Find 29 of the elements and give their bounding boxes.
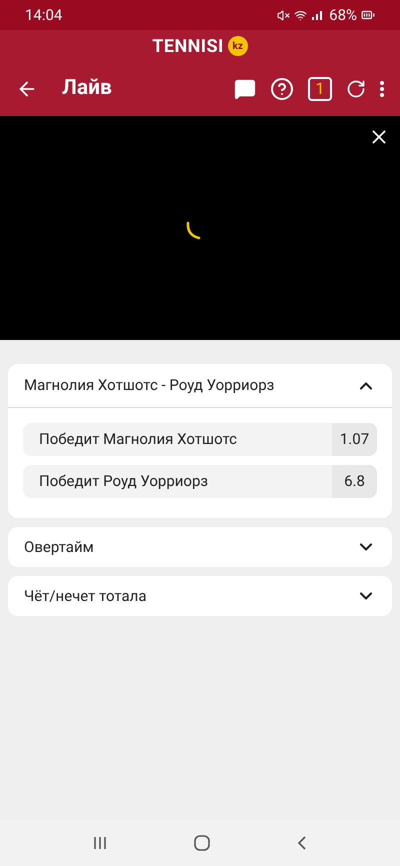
chat-icon <box>234 78 256 100</box>
market-header[interactable]: Чёт/нечет тотала <box>8 576 392 616</box>
market-header[interactable]: Овертайм <box>8 527 392 567</box>
battery-percent: 68% <box>329 4 357 26</box>
coupon-button[interactable]: 1 <box>308 77 332 101</box>
outcome-label: Победит Магнолия Хотшотс <box>38 429 238 450</box>
brand-logo: TENNISI <box>152 34 224 58</box>
battery-icon <box>361 8 375 22</box>
status-time: 14:04 <box>25 4 62 26</box>
mute-icon <box>277 8 290 22</box>
back-nav-icon[interactable] <box>296 835 308 851</box>
wifi-icon <box>294 8 308 22</box>
help-icon <box>270 77 294 101</box>
odds-value: 1.07 <box>332 423 377 456</box>
recent-apps-icon[interactable] <box>92 835 108 851</box>
brand-badge: kz <box>228 36 248 56</box>
outcome-label: Победит Роуд Уорриорз <box>38 471 210 492</box>
chat-button[interactable] <box>234 78 256 100</box>
refresh-button[interactable] <box>346 79 366 99</box>
odds-value: 6.8 <box>332 465 377 498</box>
more-button[interactable] <box>380 81 384 97</box>
refresh-icon <box>346 79 366 99</box>
help-button[interactable] <box>270 77 294 101</box>
outcome-row[interactable]: Победит Роуд Уорриорз 6.8 <box>23 465 377 498</box>
more-icon <box>380 81 384 97</box>
page-title: Лайв <box>62 75 112 102</box>
outcome-row[interactable]: Победит Магнолия Хотшотс 1.07 <box>23 423 377 456</box>
market-header[interactable]: Магнолия Хотшотс - Роуд Уорриорз <box>8 364 392 408</box>
home-icon[interactable] <box>192 834 211 852</box>
